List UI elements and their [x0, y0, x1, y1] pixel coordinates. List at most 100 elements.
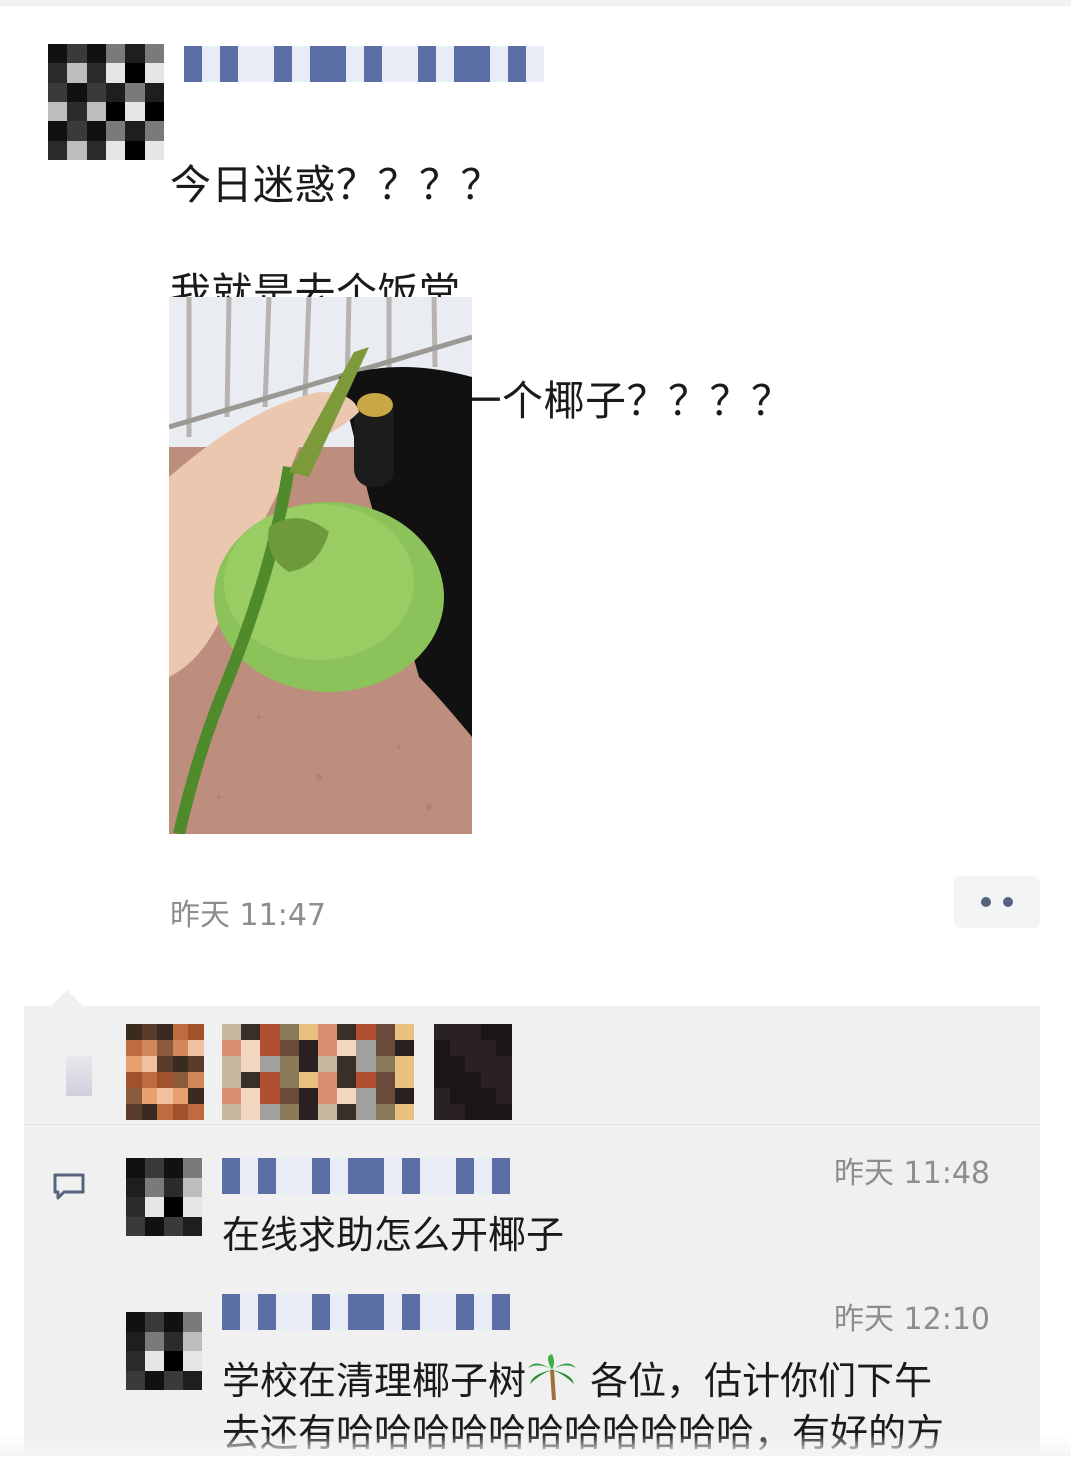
pixel-block — [222, 1024, 242, 1040]
pixel-block — [310, 46, 328, 82]
pixel-block — [157, 1024, 173, 1040]
pixel-block — [48, 63, 68, 83]
commenter-avatar[interactable] — [126, 1158, 202, 1236]
pixel-block — [241, 1104, 261, 1120]
pixel-block — [318, 1104, 338, 1120]
coconut-photo[interactable] — [169, 297, 472, 834]
pixel-block — [364, 46, 382, 82]
top-divider — [0, 0, 1071, 6]
pixel-block — [144, 44, 164, 64]
pixel-block — [436, 46, 454, 82]
commenter-name-pixelated[interactable] — [222, 1158, 510, 1194]
pixel-block — [434, 1088, 450, 1104]
pixel-block — [356, 1056, 376, 1072]
pixel-block — [188, 1088, 204, 1104]
pixel-block — [145, 1312, 164, 1332]
pixel-block — [241, 1024, 261, 1040]
pixel-block — [394, 1040, 414, 1056]
pixel-block — [184, 46, 202, 82]
pixel-block — [126, 1158, 145, 1178]
pixel-block — [375, 1088, 395, 1104]
pixel-block — [480, 1056, 497, 1072]
pixel-block — [125, 121, 145, 141]
pixel-block — [106, 140, 126, 160]
pixel-block — [126, 1056, 142, 1072]
commenter-name-pixelated[interactable] — [222, 1294, 510, 1330]
pixel-block — [312, 1158, 330, 1194]
like-avatar[interactable] — [222, 1024, 414, 1120]
poster-name-pixelated[interactable] — [184, 46, 544, 82]
pixel-block — [366, 1158, 384, 1194]
pixel-block — [474, 1294, 492, 1330]
poster-avatar[interactable] — [48, 44, 164, 160]
post-timestamp: 昨天 11:47 — [170, 898, 326, 933]
pixel-block — [145, 1331, 164, 1351]
post-text-line: 今日迷惑？？？？ — [170, 161, 502, 209]
commenter-avatar[interactable] — [126, 1312, 202, 1390]
pixel-block — [258, 1158, 276, 1194]
pixel-block — [141, 1040, 158, 1056]
pixel-block — [106, 63, 126, 83]
comment-text[interactable]: 学校在清理椰子树 各位，估计你们下午 — [222, 1350, 932, 1405]
pixel-block — [260, 1072, 280, 1088]
pixel-block — [106, 44, 126, 64]
pixel-block — [240, 1294, 258, 1330]
like-avatar[interactable] — [126, 1024, 204, 1120]
pixel-block — [375, 1056, 395, 1072]
pixel-block — [449, 1056, 466, 1072]
pixel-block — [276, 1158, 294, 1194]
palm-tree-icon — [528, 1354, 577, 1400]
pixel-block — [456, 1158, 474, 1194]
pixel-block — [144, 140, 164, 160]
pixel-block — [141, 1024, 158, 1040]
pixel-block — [496, 1040, 512, 1056]
pixel-block — [260, 1056, 280, 1072]
pixel-block — [330, 1158, 348, 1194]
pixel-block — [312, 1294, 330, 1330]
pixel-block — [241, 1072, 261, 1088]
pixel-block — [164, 1216, 183, 1236]
pixel-block — [384, 1158, 402, 1194]
pixel-block — [394, 1088, 414, 1104]
pixel-block — [126, 1088, 142, 1104]
pixel-block — [394, 1056, 414, 1072]
pixel-block — [449, 1088, 466, 1104]
pixel-block — [375, 1072, 395, 1088]
pixel-block — [188, 1104, 204, 1120]
pixel-block — [183, 1331, 202, 1351]
pixel-block — [125, 44, 145, 64]
pixel-block — [145, 1158, 164, 1178]
pixel-block — [420, 1158, 438, 1194]
pixel-block — [496, 1024, 512, 1040]
pixel-block — [337, 1072, 357, 1088]
pixel-block — [125, 102, 145, 122]
pixel-block — [222, 1088, 242, 1104]
pixel-block — [465, 1072, 481, 1088]
pixel-block — [126, 1216, 145, 1236]
pixel-block — [48, 44, 68, 64]
pixel-block — [126, 1024, 142, 1040]
pixel-block — [434, 1056, 450, 1072]
pixel-block — [164, 1331, 183, 1351]
pixel-block — [164, 1197, 183, 1217]
pixel-block — [402, 1158, 420, 1194]
pixel-block — [141, 1104, 158, 1120]
pixel-block — [402, 1294, 420, 1330]
pixel-block — [465, 1088, 481, 1104]
pixel-block — [260, 1104, 280, 1120]
pixel-block — [183, 1370, 202, 1390]
comment-text[interactable]: 在线求助怎么开椰子 — [222, 1204, 564, 1259]
pixel-block — [318, 1056, 338, 1072]
pixel-block — [240, 1158, 258, 1194]
pixel-block — [465, 1040, 481, 1056]
pixel-block — [449, 1072, 466, 1088]
pixel-block — [356, 1088, 376, 1104]
like-avatar[interactable] — [434, 1024, 512, 1120]
pixel-block — [144, 63, 164, 83]
pixel-block — [279, 1072, 299, 1088]
pixel-block — [456, 1294, 474, 1330]
pixel-block — [434, 1104, 450, 1120]
pixel-block — [496, 1104, 512, 1120]
pixel-block — [400, 46, 418, 82]
more-dots-icon[interactable] — [954, 876, 1040, 928]
